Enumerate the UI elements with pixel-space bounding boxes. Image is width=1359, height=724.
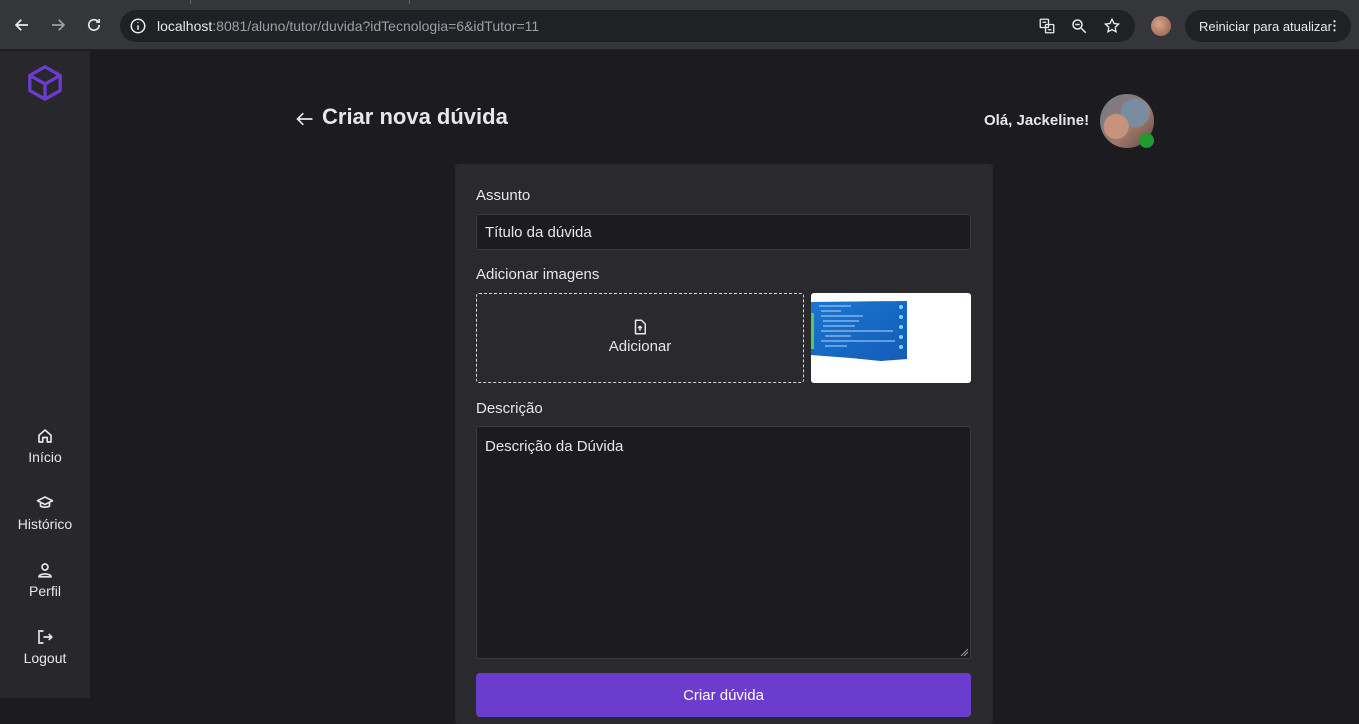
sidebar: Início Histórico Perfil Logout [0, 51, 90, 698]
sidebar-item-label: Histórico [17, 516, 73, 532]
sidebar-item-label: Logout [23, 650, 67, 666]
subject-input[interactable]: Título da dúvida [476, 214, 971, 250]
zoom-icon[interactable] [1070, 17, 1088, 35]
home-icon [38, 429, 52, 443]
forward-icon[interactable] [46, 13, 70, 37]
sidebar-item-logout[interactable]: Logout [0, 628, 90, 666]
sidebar-item-perfil[interactable]: Perfil [0, 561, 90, 599]
box-logo-icon[interactable] [26, 64, 64, 102]
sidebar-item-historico[interactable]: Histórico [0, 494, 90, 532]
images-label: Adicionar imagens [476, 266, 600, 283]
logout-icon [38, 630, 53, 644]
uploaded-image-thumbnail[interactable] [811, 293, 971, 383]
reload-icon[interactable] [82, 13, 106, 37]
sidebar-item-label: Perfil [29, 583, 61, 599]
create-question-button-label: Criar dúvida [683, 687, 764, 704]
translate-icon[interactable] [1038, 17, 1056, 35]
kebab-icon[interactable]: ⋮ [1328, 18, 1341, 34]
url-text[interactable]: localhost:8081/aluno/tutor/duvida?idTecn… [157, 18, 539, 34]
browser-toolbar: localhost:8081/aluno/tutor/duvida?idTecn… [0, 0, 1359, 50]
description-value: Descrição da Dúvida [485, 438, 624, 455]
back-icon[interactable] [10, 13, 34, 37]
update-button[interactable]: Reiniciar para atualizar ⋮ [1185, 10, 1351, 42]
create-question-button[interactable]: Criar dúvida [476, 673, 971, 717]
description-label: Descrição [476, 400, 543, 417]
info-icon[interactable] [129, 17, 147, 35]
graduation-cap-icon [36, 496, 54, 508]
page-title: Criar nova dúvida [322, 104, 508, 129]
browser-profile-avatar[interactable] [1151, 16, 1171, 36]
add-image-dropzone[interactable]: Adicionar [476, 293, 804, 383]
code-screenshot-image [811, 301, 907, 361]
description-textarea[interactable]: Descrição da Dúvida [476, 426, 971, 659]
tab-strip [190, 0, 410, 4]
file-upload-icon [634, 319, 646, 335]
add-image-label: Adicionar [608, 338, 672, 355]
user-greeting: Olá, Jackeline! [984, 112, 1090, 129]
subject-input-value: Título da dúvida [485, 224, 592, 241]
star-icon[interactable] [1103, 17, 1121, 35]
online-status-dot [1139, 133, 1154, 148]
address-bar[interactable]: localhost:8081/aluno/tutor/duvida?idTecn… [120, 10, 1135, 42]
update-button-label: Reiniciar para atualizar [1199, 19, 1332, 34]
user-icon [38, 563, 52, 578]
sidebar-item-label: Início [28, 449, 62, 465]
resize-grip-icon[interactable] [960, 648, 968, 656]
subject-label: Assunto [476, 187, 531, 204]
back-arrow-icon[interactable] [295, 109, 315, 129]
sidebar-item-inicio[interactable]: Início [0, 427, 90, 465]
